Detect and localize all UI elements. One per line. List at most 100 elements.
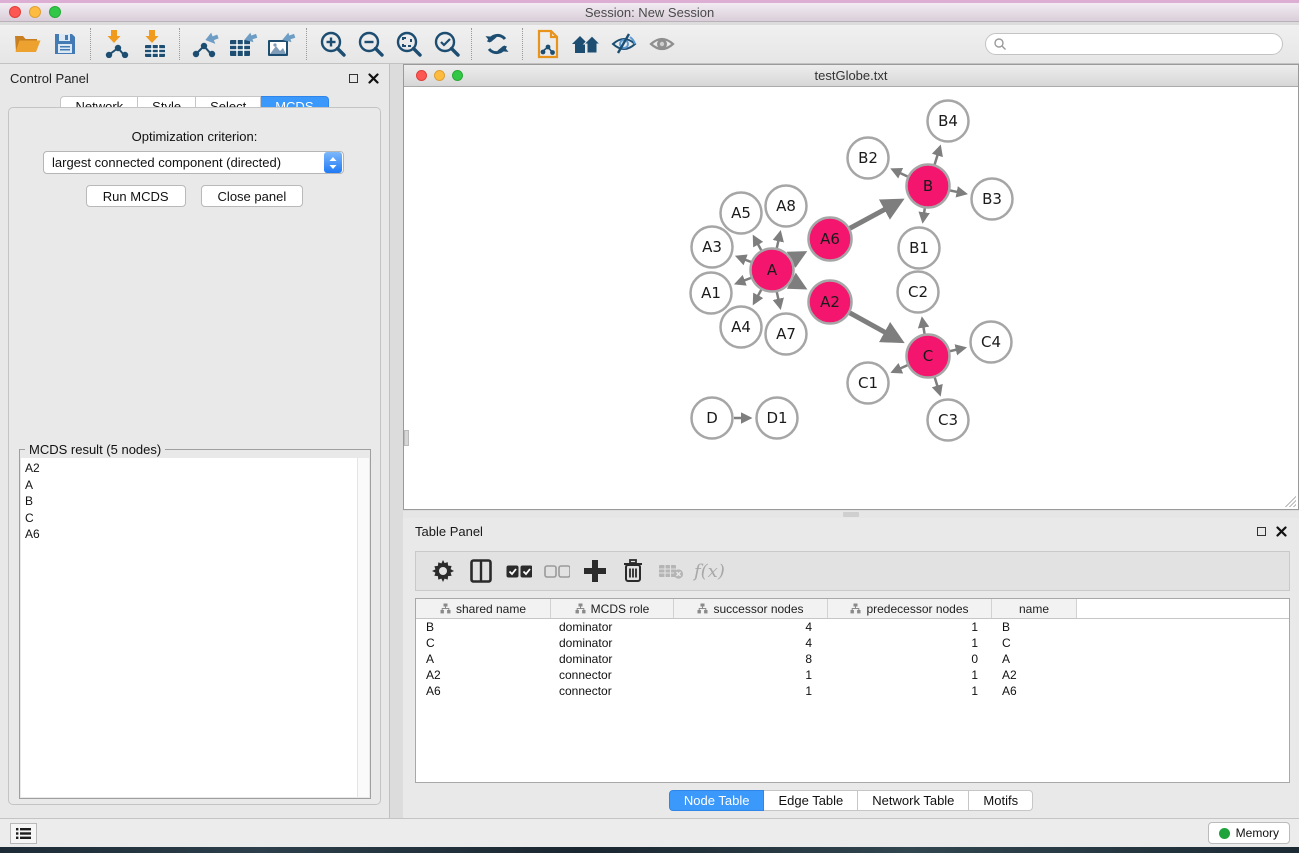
graph-node[interactable]: B2 bbox=[848, 138, 889, 179]
graph-node[interactable]: A1 bbox=[691, 273, 732, 314]
graph-node[interactable]: C bbox=[907, 335, 950, 378]
mcds-result-item[interactable]: A bbox=[21, 477, 357, 494]
mcds-result-item[interactable]: B bbox=[21, 493, 357, 510]
show-graphics-details-button[interactable] bbox=[643, 27, 681, 61]
network-window-titlebar[interactable]: testGlobe.txt bbox=[404, 65, 1298, 87]
graph-node[interactable]: A4 bbox=[721, 307, 762, 348]
graph-node[interactable]: B4 bbox=[928, 101, 969, 142]
column-header-mcds-role[interactable]: MCDS role bbox=[551, 599, 674, 618]
column-header-name[interactable]: name bbox=[992, 599, 1077, 618]
memory-button[interactable]: Memory bbox=[1208, 822, 1290, 844]
graph-node[interactable]: A3 bbox=[692, 227, 733, 268]
delete-table-button[interactable] bbox=[654, 555, 688, 587]
column-header-predecessor-nodes[interactable]: predecessor nodes bbox=[828, 599, 992, 618]
graph-edge[interactable] bbox=[935, 377, 940, 393]
graph-node[interactable]: A7 bbox=[766, 314, 807, 355]
graph-node[interactable]: C3 bbox=[928, 400, 969, 441]
select-all-button[interactable] bbox=[502, 555, 536, 587]
table-settings-button[interactable] bbox=[426, 555, 460, 587]
import-network-button[interactable] bbox=[97, 27, 135, 61]
mcds-result-item[interactable]: A6 bbox=[21, 526, 357, 543]
cybrowser-home-button[interactable] bbox=[567, 27, 605, 61]
graph-edge[interactable] bbox=[893, 170, 908, 177]
horizontal-splitter[interactable] bbox=[403, 511, 1299, 518]
column-header-shared-name[interactable]: shared name bbox=[416, 599, 551, 618]
table-row[interactable]: A2connector11A2 bbox=[416, 667, 1289, 683]
tab-network-table[interactable]: Network Table bbox=[858, 790, 969, 811]
float-panel-icon[interactable] bbox=[349, 74, 358, 83]
run-mcds-button[interactable]: Run MCDS bbox=[86, 185, 186, 207]
table-row[interactable]: Cdominator41C bbox=[416, 635, 1289, 651]
network-window-left-grip[interactable] bbox=[404, 430, 409, 446]
tab-motifs[interactable]: Motifs bbox=[969, 790, 1033, 811]
table-row[interactable]: Adominator80A bbox=[416, 651, 1289, 667]
table-row[interactable]: A6connector11A6 bbox=[416, 683, 1289, 699]
deselect-all-button[interactable] bbox=[540, 555, 574, 587]
refresh-button[interactable] bbox=[478, 27, 516, 61]
search-input[interactable] bbox=[1007, 37, 1282, 51]
tab-node-table[interactable]: Node Table bbox=[669, 790, 765, 811]
table-row[interactable]: Bdominator41B bbox=[416, 619, 1289, 635]
graph-edge[interactable] bbox=[777, 233, 780, 248]
delete-column-button[interactable] bbox=[616, 555, 650, 587]
tab-edge-table[interactable]: Edge Table bbox=[764, 790, 858, 811]
mcds-result-item[interactable]: A2 bbox=[21, 460, 357, 477]
zoom-in-button[interactable] bbox=[313, 27, 351, 61]
graph-node[interactable]: B1 bbox=[899, 228, 940, 269]
graph-edge[interactable] bbox=[791, 281, 802, 287]
graph-node[interactable]: A5 bbox=[721, 193, 762, 234]
zoom-fit-button[interactable] bbox=[389, 27, 427, 61]
graph-edge[interactable] bbox=[894, 365, 908, 371]
export-image-button[interactable] bbox=[262, 27, 300, 61]
graph-node[interactable]: C1 bbox=[848, 363, 889, 404]
hide-graphics-details-button[interactable] bbox=[605, 27, 643, 61]
task-history-button[interactable] bbox=[10, 823, 37, 844]
graph-node[interactable]: A bbox=[751, 249, 794, 292]
graph-edge[interactable] bbox=[737, 278, 751, 283]
add-column-button[interactable] bbox=[578, 555, 612, 587]
graph-node[interactable]: A6 bbox=[809, 218, 852, 261]
close-panel-button[interactable]: Close panel bbox=[201, 185, 304, 207]
graph-edge[interactable] bbox=[923, 208, 925, 221]
criterion-dropdown[interactable]: largest connected component (directed) bbox=[43, 151, 344, 174]
close-table-panel-icon[interactable] bbox=[1276, 526, 1287, 537]
float-table-panel-icon[interactable] bbox=[1257, 527, 1266, 536]
graph-node[interactable]: B bbox=[907, 165, 950, 208]
graph-node[interactable]: B3 bbox=[972, 179, 1013, 220]
mcds-result-item[interactable]: C bbox=[21, 510, 357, 527]
graph-edge[interactable] bbox=[777, 291, 780, 306]
show-columns-button[interactable] bbox=[464, 555, 498, 587]
zoom-out-button[interactable] bbox=[351, 27, 389, 61]
export-network-button[interactable] bbox=[186, 27, 224, 61]
graph-node[interactable]: A2 bbox=[809, 281, 852, 324]
graph-edge[interactable] bbox=[934, 148, 939, 165]
graph-edge[interactable] bbox=[754, 289, 761, 302]
graph-edge[interactable] bbox=[791, 254, 802, 260]
graph-edge[interactable] bbox=[849, 202, 898, 229]
zoom-selected-button[interactable] bbox=[427, 27, 465, 61]
export-table-button[interactable] bbox=[224, 27, 262, 61]
graph-edge[interactable] bbox=[849, 313, 898, 340]
network-canvas[interactable]: B4 B2 B B3 A5A8A6 A3 B1 A A1 C2 A2 A4A7 C C4 C1 C3 D D1 bbox=[405, 88, 1297, 508]
network-window-resize-grip[interactable] bbox=[1283, 494, 1296, 507]
close-panel-icon[interactable] bbox=[368, 73, 379, 84]
save-session-button[interactable] bbox=[46, 27, 84, 61]
open-session-button[interactable] bbox=[8, 27, 46, 61]
node-table[interactable]: shared name MCDS role successor nodes pr… bbox=[415, 598, 1290, 783]
mcds-result-list[interactable]: A2ABCA6 bbox=[21, 458, 357, 797]
graph-node[interactable]: C2 bbox=[898, 272, 939, 313]
graph-node[interactable]: A8 bbox=[766, 186, 807, 227]
graph-node[interactable]: C4 bbox=[971, 322, 1012, 363]
graph-edge[interactable] bbox=[754, 238, 761, 251]
search-box[interactable] bbox=[985, 33, 1283, 55]
result-list-scrollbar[interactable] bbox=[357, 458, 369, 797]
graph-node[interactable]: D bbox=[692, 398, 733, 439]
function-builder-button[interactable]: f(x) bbox=[694, 561, 725, 582]
column-header-successor-nodes[interactable]: successor nodes bbox=[674, 599, 828, 618]
graph-edge[interactable] bbox=[949, 348, 963, 351]
graph-edge[interactable] bbox=[738, 257, 751, 262]
graph-edge[interactable] bbox=[922, 320, 924, 335]
import-table-button[interactable] bbox=[135, 27, 173, 61]
network-from-file-button[interactable] bbox=[529, 27, 567, 61]
graph-node[interactable]: D1 bbox=[757, 398, 798, 439]
